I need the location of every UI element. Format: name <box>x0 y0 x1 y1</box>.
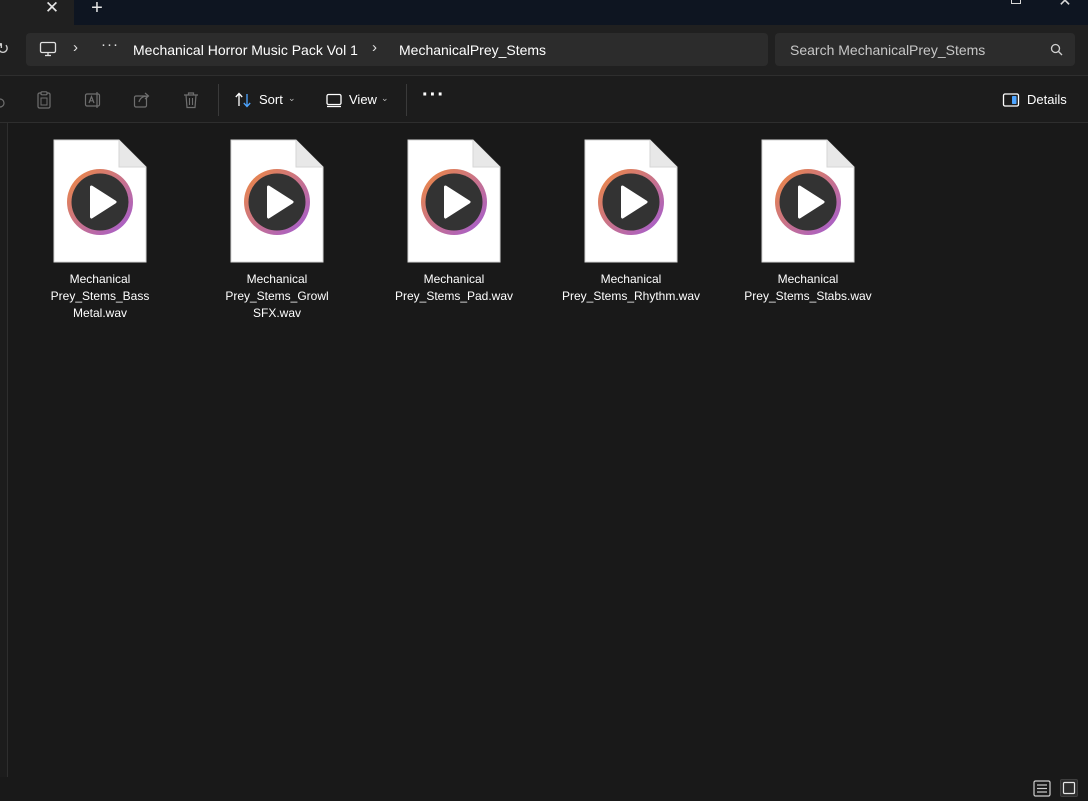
search-input[interactable]: Search MechanicalPrey_Stems <box>775 33 1075 66</box>
close-tab-icon[interactable]: ✕ <box>42 0 62 18</box>
computer-icon[interactable] <box>39 41 57 57</box>
file-item[interactable]: Mechanical Prey_Stems_Stabs.wav <box>733 137 883 327</box>
view-button[interactable]: View <box>349 92 377 107</box>
media-file-icon <box>761 139 855 263</box>
media-file-icon <box>584 139 678 263</box>
file-name[interactable]: Mechanical Prey_Stems_Rhythm.wav <box>556 271 706 305</box>
file-item[interactable]: Mechanical Prey_Stems_Pad.wav <box>379 137 529 327</box>
toolbar-divider <box>218 84 219 116</box>
sort-icon[interactable] <box>234 91 252 109</box>
copy-icon[interactable] <box>35 91 53 109</box>
file-name[interactable]: Mechanical Prey_Stems_Growl SFX.wav <box>202 271 352 322</box>
chevron-down-icon[interactable]: ⌄ <box>288 93 296 104</box>
file-name[interactable]: Mechanical Prey_Stems_Stabs.wav <box>733 271 883 305</box>
breadcrumb-item-pack[interactable]: Mechanical Horror Music Pack Vol 1 <box>133 42 358 58</box>
media-file-icon <box>407 139 501 263</box>
file-name[interactable]: Mechanical Prey_Stems_Pad.wav <box>379 271 529 305</box>
refresh-icon[interactable]: ↻ <box>0 39 9 59</box>
status-bar <box>0 777 1088 800</box>
breadcrumb[interactable]: › ··· Mechanical Horror Music Pack Vol 1… <box>26 33 768 66</box>
file-list-pane: Mechanical Prey_Stems_Bass Metal.wav Mec… <box>0 123 1088 777</box>
title-bar: ✕ + ✕ <box>0 0 1088 25</box>
file-item[interactable]: Mechanical Prey_Stems_Rhythm.wav <box>556 137 706 327</box>
active-tab[interactable]: ✕ <box>0 0 74 25</box>
delete-icon[interactable] <box>182 91 200 109</box>
maximize-button[interactable] <box>1011 0 1021 4</box>
breadcrumb-separator[interactable]: › <box>73 39 78 56</box>
breadcrumb-overflow[interactable]: ··· <box>101 36 119 53</box>
details-view-icon[interactable] <box>1033 780 1051 797</box>
rename-icon[interactable] <box>84 91 102 109</box>
breadcrumb-separator[interactable]: › <box>372 39 377 56</box>
details-pane-icon[interactable] <box>1002 91 1020 109</box>
file-item[interactable]: Mechanical Prey_Stems_Bass Metal.wav <box>25 137 175 327</box>
share-icon[interactable] <box>133 91 151 109</box>
tiles-view-glyph <box>1062 781 1076 795</box>
file-name[interactable]: Mechanical Prey_Stems_Bass Metal.wav <box>25 271 175 322</box>
search-icon <box>1050 43 1063 56</box>
cut-icon[interactable] <box>0 91 9 109</box>
sort-button[interactable]: Sort <box>259 92 283 107</box>
file-item[interactable]: Mechanical Prey_Stems_Growl SFX.wav <box>202 137 352 327</box>
toolbar-divider <box>406 84 407 116</box>
details-button[interactable]: Details <box>1027 92 1067 107</box>
more-options-button[interactable]: ··· <box>422 84 445 107</box>
command-bar: Sort ⌄ View ⌄ ··· Details <box>0 75 1088 123</box>
media-file-icon <box>230 139 324 263</box>
media-file-icon <box>53 139 147 263</box>
tiles-view-icon[interactable] <box>1060 779 1078 797</box>
navigation-pane-edge[interactable] <box>0 123 8 777</box>
close-window-button[interactable]: ✕ <box>1056 0 1074 10</box>
breadcrumb-item-current[interactable]: MechanicalPrey_Stems <box>399 42 546 58</box>
new-tab-button[interactable]: + <box>86 0 108 20</box>
view-icon[interactable] <box>325 91 343 109</box>
address-bar-area: ↻ › ··· Mechanical Horror Music Pack Vol… <box>0 25 1088 75</box>
search-placeholder: Search MechanicalPrey_Stems <box>790 42 986 58</box>
chevron-down-icon[interactable]: ⌄ <box>381 93 389 104</box>
